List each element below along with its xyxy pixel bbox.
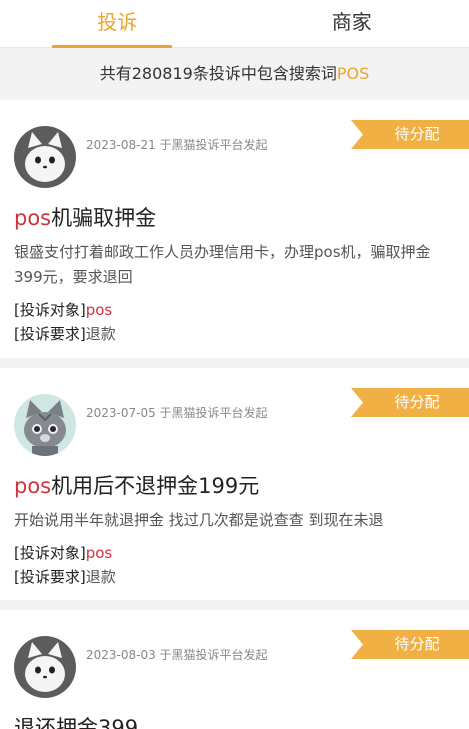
complaint-request: [投诉要求]退款: [14, 565, 455, 589]
title-keyword: pos: [14, 206, 52, 230]
complaint-card[interactable]: 2023-08-21 于黑猫投诉平台发起 待分配 pos机骗取押金 银盛支付打着…: [0, 100, 469, 358]
summary-text: 共有280819条投诉中包含搜索词: [99, 64, 337, 83]
request-label: [投诉要求]: [14, 325, 86, 343]
avatar-gray-cat: [14, 394, 76, 456]
avatar-white-cat: [14, 636, 76, 698]
target-value: pos: [85, 544, 113, 562]
complaint-request: [投诉要求]退款: [14, 322, 455, 346]
request-label: [投诉要求]: [14, 568, 86, 586]
tab-complaints[interactable]: 投诉: [0, 0, 235, 47]
tab-bar: 投诉 商家: [0, 0, 469, 48]
title-text: 退还押金399: [14, 716, 139, 729]
complaint-date: 2023-08-21 于黑猫投诉平台发起: [86, 138, 268, 152]
search-summary: 共有280819条投诉中包含搜索词POS: [0, 48, 469, 100]
summary-keyword: POS: [336, 64, 370, 83]
status-badge-label: 待分配: [394, 125, 440, 143]
status-badge-label: 待分配: [394, 393, 440, 411]
complaint-card[interactable]: 2023-08-03 于黑猫投诉平台发起 待分配 退还押金399: [0, 610, 469, 729]
active-tab-indicator: [52, 45, 172, 48]
request-value: 退款: [85, 325, 116, 343]
target-label: [投诉对象]: [14, 301, 86, 319]
status-badge: 待分配: [351, 120, 469, 149]
complaint-date: 2023-07-05 于黑猫投诉平台发起: [86, 406, 268, 420]
complaint-date: 2023-08-03 于黑猫投诉平台发起: [86, 648, 268, 662]
title-keyword: pos: [14, 474, 52, 498]
avatar-white-cat: [14, 126, 76, 188]
title-text: 机用后不退押金199元: [51, 474, 260, 498]
title-text: 机骗取押金: [51, 206, 157, 230]
complaint-target: [投诉对象]pos: [14, 541, 455, 565]
complaint-target: [投诉对象]pos: [14, 298, 455, 322]
complaint-description: 开始说用半年就退押金 找过几次都是说查查 到现在未退: [14, 511, 384, 529]
target-value: pos: [85, 301, 113, 319]
complaint-title[interactable]: 退还押金399: [14, 712, 455, 729]
complaint-card[interactable]: 2023-07-05 于黑猫投诉平台发起 待分配 pos机用后不退押金199元 …: [0, 368, 469, 600]
status-badge-label: 待分配: [394, 635, 440, 653]
status-badge: 待分配: [351, 630, 469, 659]
request-value: 退款: [85, 568, 116, 586]
complaint-title[interactable]: pos机用后不退押金199元: [14, 470, 455, 500]
complaint-title[interactable]: pos机骗取押金: [14, 202, 455, 232]
tab-merchants[interactable]: 商家: [235, 0, 469, 47]
status-badge: 待分配: [351, 388, 469, 417]
target-label: [投诉对象]: [14, 544, 86, 562]
complaint-description: 银盛支付打着邮政工作人员办理信用卡，办理pos机，骗取押金399元，要求退回: [14, 243, 431, 286]
